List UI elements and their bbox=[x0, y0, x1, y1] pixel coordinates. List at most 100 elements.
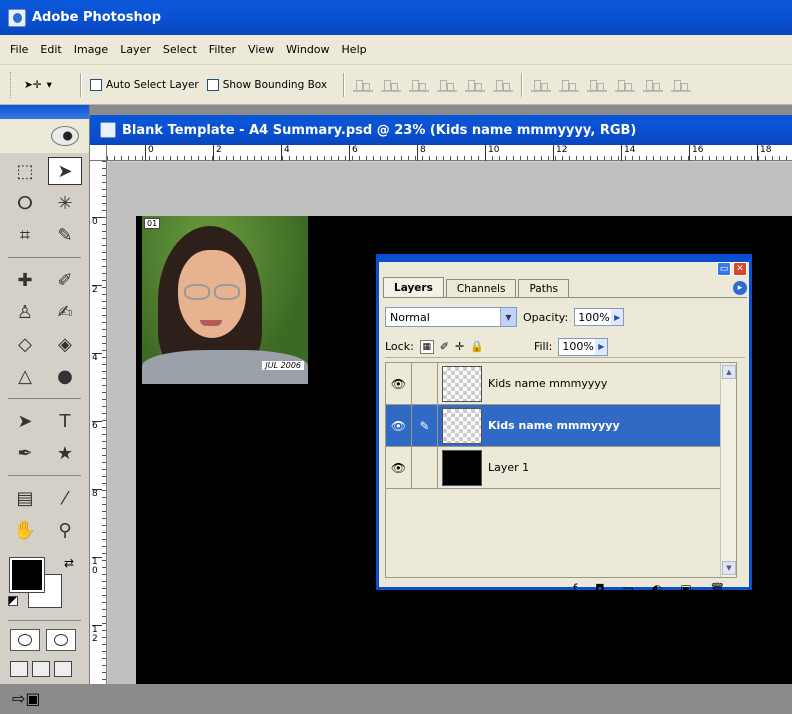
layer-link-slot[interactable] bbox=[412, 362, 438, 405]
lock-transparency-icon[interactable]: ▦ bbox=[419, 339, 434, 354]
type-tool-icon[interactable]: T bbox=[48, 407, 82, 435]
slice-tool-icon[interactable]: ✎ bbox=[48, 221, 82, 249]
path-selection-icon[interactable]: ➤ bbox=[8, 407, 42, 435]
full-screen-menu-icon[interactable] bbox=[32, 661, 50, 677]
distribute-bottom-icon[interactable] bbox=[587, 78, 608, 92]
pen-tool-icon[interactable]: ✒ bbox=[8, 439, 42, 467]
horizontal-ruler[interactable]: 0 2 4 6 8 10 12 14 16 18 bbox=[107, 145, 792, 161]
menu-layer[interactable]: Layer bbox=[114, 43, 157, 56]
paint-bucket-icon[interactable]: ◈ bbox=[48, 330, 82, 358]
menu-view[interactable]: View bbox=[242, 43, 280, 56]
layer-row-selected[interactable]: 👁 ✎ Kids name mmmyyyy bbox=[386, 404, 736, 447]
standard-screen-icon[interactable] bbox=[10, 661, 28, 677]
photoshop-logo-icon bbox=[8, 8, 26, 27]
distribute-hcenter-icon[interactable] bbox=[643, 78, 664, 92]
standard-mode-icon bbox=[18, 634, 32, 646]
menu-file[interactable]: File bbox=[4, 43, 34, 56]
fill-field[interactable]: 100% ▶ bbox=[558, 337, 609, 356]
auto-select-layer-checkbox[interactable]: Auto Select Layer bbox=[90, 78, 199, 91]
jump-to-imageready-icon[interactable]: ⇨▣ bbox=[0, 683, 89, 714]
menu-select[interactable]: Select bbox=[157, 43, 203, 56]
menu-edit[interactable]: Edit bbox=[34, 43, 67, 56]
crop-tool-icon[interactable]: ⌗ bbox=[8, 221, 42, 249]
magic-wand-tool-icon[interactable]: ✳ bbox=[48, 189, 82, 217]
distribute-right-icon[interactable] bbox=[671, 78, 692, 92]
palette-menu-icon[interactable]: ▸ bbox=[733, 281, 747, 295]
tab-layers[interactable]: Layers bbox=[383, 277, 444, 297]
options-grip[interactable] bbox=[10, 71, 14, 98]
marquee-tool-icon[interactable]: ⬚ bbox=[8, 157, 42, 185]
move-tool-icon[interactable]: ➤ bbox=[48, 157, 82, 185]
lock-image-icon[interactable]: ✐ bbox=[440, 340, 449, 353]
zoom-tool-icon[interactable]: ⚲ bbox=[48, 516, 82, 544]
align-top-icon[interactable] bbox=[353, 78, 374, 92]
scroll-up-icon[interactable]: ▲ bbox=[722, 365, 736, 379]
align-bottom-icon[interactable] bbox=[409, 78, 430, 92]
align-right-icon[interactable] bbox=[493, 78, 514, 92]
menu-window[interactable]: Window bbox=[280, 43, 335, 56]
add-mask-icon[interactable]: ◘ bbox=[595, 582, 605, 596]
minimize-icon[interactable]: ▭ bbox=[717, 262, 731, 276]
fill-slider-icon[interactable]: ▶ bbox=[595, 338, 608, 355]
layers-scrollbar[interactable]: ▲ ▼ bbox=[720, 363, 736, 577]
full-screen-icon[interactable] bbox=[54, 661, 72, 677]
kid-photo[interactable]: 01 JUL 2006 bbox=[142, 216, 308, 384]
visibility-eye-icon[interactable]: 👁 bbox=[386, 446, 412, 489]
distribute-vcenter-icon[interactable] bbox=[559, 78, 580, 92]
brush-tool-icon[interactable]: ✐ bbox=[48, 266, 82, 294]
new-set-icon[interactable]: ▭ bbox=[623, 582, 634, 596]
distribute-top-icon[interactable] bbox=[531, 78, 552, 92]
toolbox-header[interactable] bbox=[0, 105, 89, 119]
layer-style-icon[interactable]: ƒ bbox=[573, 582, 577, 596]
menu-filter[interactable]: Filter bbox=[203, 43, 242, 56]
history-brush-icon[interactable]: ✍ bbox=[48, 298, 82, 326]
eraser-tool-icon[interactable]: ◇ bbox=[8, 330, 42, 358]
visibility-eye-icon[interactable]: 👁 bbox=[386, 404, 412, 447]
align-left-icon[interactable] bbox=[437, 78, 458, 92]
vertical-ruler[interactable]: 0 2 4 6 8 1 0 1 2 bbox=[90, 161, 107, 684]
menu-image[interactable]: Image bbox=[68, 43, 114, 56]
opacity-field[interactable]: 100% ▶ bbox=[574, 308, 625, 326]
lock-all-icon[interactable]: 🔒 bbox=[470, 340, 484, 353]
scroll-down-icon[interactable]: ▼ bbox=[722, 561, 736, 575]
document-title-bar[interactable]: Blank Template - A4 Summary.psd @ 23% (K… bbox=[90, 115, 792, 145]
tab-channels[interactable]: Channels bbox=[445, 279, 517, 297]
move-tool-icon: ➤✛ bbox=[24, 78, 42, 91]
opacity-slider-icon[interactable]: ▶ bbox=[611, 309, 624, 325]
healing-brush-icon[interactable]: ✚ bbox=[8, 266, 42, 294]
align-hcenter-icon[interactable] bbox=[465, 78, 486, 92]
palette-title-bar[interactable]: ▭ ✕ bbox=[379, 262, 749, 276]
close-icon[interactable]: ✕ bbox=[733, 262, 747, 276]
ruler-origin[interactable] bbox=[90, 145, 107, 161]
visibility-eye-icon[interactable]: 👁 bbox=[386, 362, 412, 405]
layer-link-slot[interactable] bbox=[412, 446, 438, 489]
default-colors-icon[interactable] bbox=[8, 596, 18, 606]
hand-tool-icon[interactable]: ✋ bbox=[8, 516, 42, 544]
shape-tool-icon[interactable]: ★ bbox=[48, 439, 82, 467]
blend-mode-select[interactable]: Normal ▼ bbox=[385, 307, 517, 327]
layer-row[interactable]: 👁 Layer 1 bbox=[386, 446, 736, 489]
tool-preset-picker[interactable]: ➤✛ ▾ bbox=[24, 74, 72, 96]
adobe-online-button[interactable] bbox=[0, 119, 89, 153]
lasso-tool-icon[interactable]: ⵔ bbox=[8, 189, 42, 217]
quick-mask-button[interactable] bbox=[46, 629, 76, 651]
trash-icon[interactable]: 🗑 bbox=[710, 582, 725, 596]
brush-icon[interactable]: ✎ bbox=[412, 404, 438, 447]
standard-mode-button[interactable] bbox=[10, 629, 40, 651]
notes-tool-icon[interactable]: ▤ bbox=[8, 484, 42, 512]
blur-tool-icon[interactable]: △ bbox=[8, 362, 42, 390]
foreground-color-swatch[interactable] bbox=[9, 557, 45, 593]
lock-position-icon[interactable]: ✛ bbox=[455, 340, 464, 353]
dodge-tool-icon[interactable]: ● bbox=[48, 362, 82, 390]
layer-row[interactable]: 👁 Kids name mmmyyyy bbox=[386, 362, 736, 405]
distribute-left-icon[interactable] bbox=[615, 78, 636, 92]
show-bounding-box-checkbox[interactable]: Show Bounding Box bbox=[206, 78, 327, 91]
clone-stamp-icon[interactable]: ♙ bbox=[8, 298, 42, 326]
adjustment-layer-icon[interactable]: ◐ bbox=[652, 582, 662, 596]
swap-colors-icon[interactable]: ⇄ bbox=[64, 556, 74, 570]
tab-paths[interactable]: Paths bbox=[518, 279, 569, 297]
eyedropper-icon[interactable]: ⁄ bbox=[48, 484, 82, 512]
align-vcenter-icon[interactable] bbox=[381, 78, 402, 92]
menu-help[interactable]: Help bbox=[336, 43, 373, 56]
new-layer-icon[interactable]: ▣ bbox=[680, 582, 691, 596]
